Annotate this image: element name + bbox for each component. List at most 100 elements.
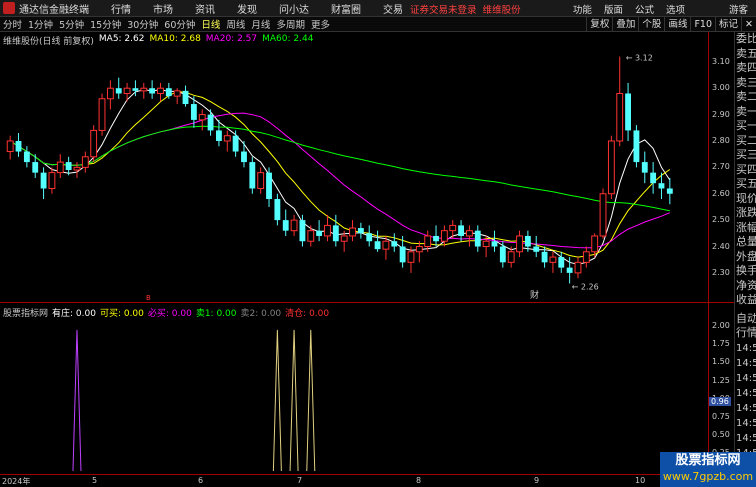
period-30min[interactable]: 30分钟	[124, 17, 161, 31]
candle	[491, 230, 498, 252]
side-panel-item[interactable]: 买二	[735, 134, 756, 149]
event-marker-b[interactable]: B	[146, 294, 151, 302]
candle	[6, 135, 14, 160]
draw-button[interactable]: 画线	[664, 17, 690, 32]
indicator-axis: 2.001.751.501.251.000.750.500.250.96	[708, 302, 734, 474]
date-axis: 2024年 5 6 7 8 9 10	[0, 474, 708, 487]
indicator-chart[interactable]: 股票指标网 有庄: 0.00 可买: 0.00 必买: 0.00 卖1: 0.0…	[0, 302, 708, 474]
side-panel-item[interactable]: 卖五	[735, 47, 756, 62]
side-panel-item[interactable]: 涨幅	[735, 221, 756, 236]
indicator-item-zhuang: 有庄: 0.00	[52, 309, 96, 319]
login-notice[interactable]: 证券交易未登录 维维股份	[410, 2, 521, 16]
overlay-button[interactable]: 叠加	[612, 17, 638, 32]
date-tick-label: 8	[416, 476, 422, 485]
candle	[223, 130, 231, 152]
menu-formula[interactable]: 公式	[635, 2, 654, 16]
title-bar: 通达信金融终端 行情 市场 资讯 发现 问小达 财富圈 交易 证券交易未登录 维…	[0, 0, 756, 17]
period-5min[interactable]: 5分钟	[56, 17, 87, 31]
menu-item-market[interactable]: 市场	[153, 1, 173, 16]
period-more[interactable]: 更多	[308, 17, 333, 31]
price-tick-label: 3.00	[712, 83, 730, 93]
period-multi[interactable]: 多周期	[273, 17, 308, 31]
side-panel-item[interactable]: 卖四	[735, 61, 756, 76]
candle	[458, 220, 464, 242]
candle	[15, 133, 22, 157]
stock-title: 维维股份(日线 前复权)	[3, 37, 94, 47]
candle	[182, 85, 189, 107]
f10-button[interactable]: F10	[690, 17, 715, 32]
close-icon[interactable]: ✕	[741, 17, 756, 32]
mark-button[interactable]: 标记	[715, 17, 741, 32]
price-tick-label: 2.30	[712, 267, 730, 277]
indicator-spike	[272, 329, 282, 472]
side-panel-auto[interactable]: 自动	[735, 312, 756, 327]
candle	[115, 77, 122, 99]
side-panel-auto[interactable]: 行情	[735, 326, 756, 341]
indicator-svg	[72, 329, 316, 472]
date-tick-label: 9	[534, 476, 540, 485]
candle	[349, 220, 356, 242]
menu-options[interactable]: 选项	[666, 2, 685, 16]
period-15min[interactable]: 15分钟	[87, 17, 124, 31]
guest-label[interactable]: 游客	[729, 2, 748, 16]
side-panel-item[interactable]: 涨跌	[735, 206, 756, 221]
side-panel-time: 14:50	[736, 417, 756, 429]
side-panel-item[interactable]: 换手	[735, 264, 756, 279]
candle	[56, 154, 64, 178]
menu-function[interactable]: 功能	[573, 2, 592, 16]
side-panel: 委比 卖五 卖四 卖三 卖二 卖一 买一 买二 买三 买四 买五 现价 涨跌 涨幅 总量 外盘 换手 净资 收益自动…	[734, 32, 756, 487]
menu-item-trade[interactable]: 交易	[383, 1, 403, 16]
indicator-tick-label: 1.50	[712, 357, 730, 367]
candle	[466, 225, 473, 247]
candle	[207, 109, 214, 136]
period-monthly[interactable]: 月线	[248, 17, 273, 31]
side-panel-item[interactable]: 总量	[735, 235, 756, 250]
side-panel-item[interactable]: 买四	[735, 163, 756, 178]
candle	[290, 214, 298, 236]
menu-item-quotes[interactable]: 行情	[111, 1, 131, 16]
period-tick[interactable]: 分时	[0, 17, 25, 31]
watermark-url: www.7gpzb.com	[662, 470, 754, 483]
candle	[23, 146, 30, 168]
menu-layout[interactable]: 版面	[604, 2, 623, 16]
candlestick-chart[interactable]: ← 3.12 ← 2.26 财 B 维维股份(日线 前复权) MA5: 2.62 MA…	[0, 32, 708, 302]
menu-item-wealth[interactable]: 财富圈	[331, 1, 361, 16]
side-panel-item[interactable]: 卖三	[735, 76, 756, 91]
indicator-legend: 股票指标网 有庄: 0.00 可买: 0.00 必买: 0.00 卖1: 0.0…	[3, 306, 329, 319]
candle	[533, 235, 540, 258]
period-60min[interactable]: 60分钟	[161, 17, 198, 31]
candle	[149, 80, 156, 99]
candle	[232, 130, 239, 157]
side-panel-item[interactable]: 卖二	[735, 90, 756, 105]
candle	[198, 109, 206, 131]
stock-button[interactable]: 个股	[638, 17, 664, 32]
side-panel-item[interactable]: 净资	[735, 279, 756, 294]
side-panel-item[interactable]: 委比	[735, 32, 756, 47]
ma-legend: 维维股份(日线 前复权) MA5: 2.62 MA10: 2.68 MA20: …	[3, 34, 313, 47]
side-panel-item[interactable]: 外盘	[735, 250, 756, 265]
period-weekly[interactable]: 周线	[223, 17, 248, 31]
side-panel-item[interactable]: 买五	[735, 177, 756, 192]
side-panel-item[interactable]: 买一	[735, 119, 756, 134]
menu-item-news[interactable]: 资讯	[195, 1, 215, 16]
side-panel-time: 14:50	[736, 387, 756, 399]
adjust-button[interactable]: 复权	[586, 17, 612, 32]
candle	[474, 225, 481, 252]
period-daily[interactable]: 日线	[198, 17, 223, 31]
indicator-item-clear: 清仓: 0.00	[285, 309, 330, 319]
side-panel-item[interactable]: 卖一	[735, 105, 756, 120]
side-panel-time: 14:50	[736, 372, 756, 384]
ma10-line	[9, 91, 671, 258]
high-label: ← 3.12	[626, 54, 653, 63]
candle	[157, 82, 164, 102]
side-panel-item[interactable]: 买三	[735, 148, 756, 163]
menu-item-ask[interactable]: 问小达	[279, 1, 309, 16]
side-panel-item[interactable]: 现价	[735, 192, 756, 207]
period-1min[interactable]: 1分钟	[25, 17, 56, 31]
event-marker[interactable]: 财	[530, 289, 539, 301]
candle	[616, 56, 624, 147]
menu-item-discover[interactable]: 发现	[237, 1, 257, 16]
candle	[650, 162, 657, 194]
candle	[316, 220, 323, 242]
side-panel-item[interactable]: 收益	[735, 293, 756, 308]
